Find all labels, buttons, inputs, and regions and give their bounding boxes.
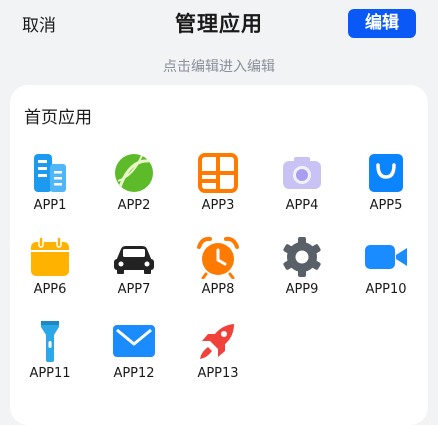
app-item-7[interactable]: APP7 <box>94 235 174 305</box>
flashlight-icon <box>28 319 72 363</box>
app-label: APP1 <box>33 198 67 213</box>
app-label: APP12 <box>113 366 155 381</box>
app-item-11[interactable]: APP11 <box>10 319 90 389</box>
section-title: 首页应用 <box>24 108 92 128</box>
app-item-12[interactable]: APP12 <box>94 319 174 389</box>
app-item-3[interactable]: APP3 <box>178 151 258 221</box>
rocket-icon <box>196 319 240 363</box>
app-label: APP9 <box>285 282 319 297</box>
home-apps-card: 首页应用 APP1 APP2 APP3 APP4 APP5 APP6 APP7 … <box>10 85 428 425</box>
grid-window-icon <box>196 151 240 195</box>
app-label: APP4 <box>285 198 319 213</box>
app-item-4[interactable]: APP4 <box>262 151 342 221</box>
camera-icon <box>280 151 324 195</box>
app-item-2[interactable]: APP2 <box>94 151 174 221</box>
edit-button[interactable]: 编辑 <box>348 9 416 38</box>
shopping-bag-icon <box>364 151 408 195</box>
app-item-10[interactable]: APP10 <box>346 235 426 305</box>
app-item-9[interactable]: APP9 <box>262 235 342 305</box>
app-item-8[interactable]: APP8 <box>178 235 258 305</box>
ball-icon <box>112 151 156 195</box>
calendar-icon <box>28 235 72 279</box>
app-item-5[interactable]: APP5 <box>346 151 426 221</box>
app-label: APP10 <box>365 282 407 297</box>
video-camera-icon <box>364 235 408 279</box>
app-label: APP11 <box>29 366 71 381</box>
edit-hint: 点击编辑进入编辑 <box>163 59 275 75</box>
app-item-13[interactable]: APP13 <box>178 319 258 389</box>
app-item-6[interactable]: APP6 <box>10 235 90 305</box>
app-label: APP8 <box>201 282 235 297</box>
app-label: APP2 <box>117 198 151 213</box>
building-icon <box>28 151 72 195</box>
app-label: APP3 <box>201 198 235 213</box>
app-label: APP13 <box>197 366 239 381</box>
mail-icon <box>112 319 156 363</box>
app-label: APP7 <box>117 282 151 297</box>
app-item-1[interactable]: APP1 <box>10 151 90 221</box>
car-icon <box>112 235 156 279</box>
app-label: APP6 <box>33 282 67 297</box>
top-bar: 取消 管理应用 编辑 <box>0 0 438 48</box>
gear-icon <box>280 235 324 279</box>
app-label: APP5 <box>369 198 403 213</box>
alarm-clock-icon <box>196 235 240 279</box>
